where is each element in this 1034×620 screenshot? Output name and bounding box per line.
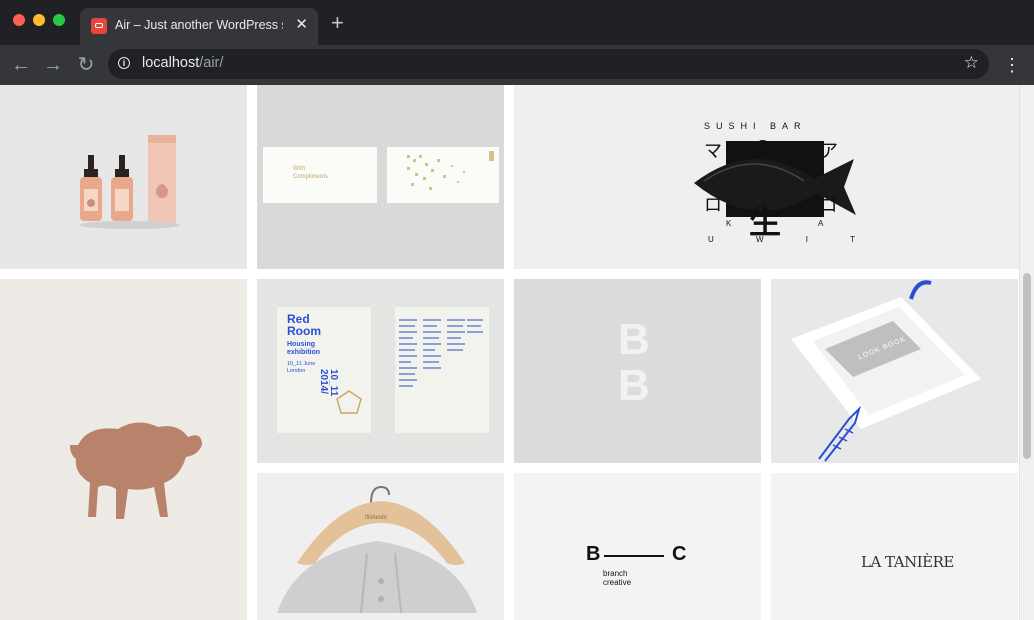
bb-letter-1: B bbox=[618, 315, 650, 364]
dropper-bottles-image bbox=[80, 135, 180, 229]
portfolio-tile-hanger-jacket[interactable]: ifishesbi bbox=[257, 473, 504, 620]
bb-letter-2: B bbox=[618, 361, 650, 410]
close-window-button[interactable] bbox=[13, 14, 25, 26]
portfolio-tile-sushi-bar[interactable]: SUSHI BAR マ C ア ロ ゴ 生 K A U W I T bbox=[514, 85, 1019, 269]
portfolio-tile-sheep-emboss[interactable] bbox=[0, 279, 247, 620]
branch-word-1: branch bbox=[603, 569, 628, 578]
reload-icon[interactable]: ↻ bbox=[74, 53, 98, 77]
browser-tab[interactable]: Air – Just another WordPress site ✕ bbox=[80, 8, 318, 45]
site-favicon-icon bbox=[91, 18, 107, 34]
sushi-glyph-right-bottom: ゴ bbox=[820, 195, 838, 215]
url-text[interactable]: localhost/air/ bbox=[142, 55, 223, 71]
poster-big-year: 2014/ bbox=[318, 369, 329, 395]
sushi-glyph-right-top: ア bbox=[820, 141, 838, 161]
hanger-text: ifishesbi bbox=[365, 515, 387, 521]
portfolio-tile-branch-creative[interactable]: B C branch creative bbox=[514, 473, 761, 620]
branch-letter-c: C bbox=[672, 543, 687, 565]
portfolio-tile-look-book[interactable]: LOOK BOOK bbox=[771, 279, 1018, 463]
poster-title-line-2: Room bbox=[287, 324, 321, 338]
branch-word-2: creative bbox=[603, 578, 632, 587]
hanger-jacket-image bbox=[277, 485, 477, 614]
branch-wordmark: branch creative bbox=[603, 569, 631, 587]
poster-subtitle: Housing exhibition bbox=[287, 341, 320, 357]
sushi-glyph-left-bottom: ロ bbox=[704, 195, 722, 215]
portfolio-tile-dropper-bottles[interactable] bbox=[0, 85, 247, 269]
minimize-window-button[interactable] bbox=[33, 14, 45, 26]
sheep-image bbox=[70, 422, 202, 519]
sushi-glyph-center: 生 bbox=[749, 204, 782, 240]
site-info-icon[interactable]: i bbox=[118, 57, 130, 69]
poster-big-date: 10_11 bbox=[328, 369, 339, 397]
compliments-card-text: With Compliments bbox=[293, 165, 328, 181]
poster-date: 10_11 June London bbox=[287, 361, 315, 375]
sushi-letters-bottom: U W I T bbox=[708, 235, 875, 244]
card-text-line-1: With bbox=[293, 166, 305, 172]
branch-divider-line bbox=[604, 555, 664, 557]
tab-title: Air – Just another WordPress site bbox=[115, 18, 283, 32]
address-bar[interactable]: i localhost/air/ ☆ bbox=[108, 49, 989, 79]
browser-title-bar: Air – Just another WordPress site ✕ + bbox=[0, 0, 1034, 45]
scrollbar-thumb[interactable] bbox=[1023, 273, 1031, 459]
sushi-glyph-logo: C bbox=[756, 137, 769, 157]
back-icon[interactable]: ← bbox=[9, 53, 33, 77]
portfolio-tile-bb-logo[interactable]: B B bbox=[514, 279, 761, 463]
bookmark-star-icon[interactable]: ☆ bbox=[964, 53, 979, 73]
browser-menu-icon[interactable]: ⋮ bbox=[1002, 53, 1022, 77]
sushi-letter-k: K bbox=[726, 219, 732, 228]
look-book-image bbox=[791, 280, 981, 462]
poster-subtitle-line-1: Housing bbox=[287, 341, 315, 348]
poster-title: Red Room bbox=[287, 313, 321, 337]
sushi-letter-a: A bbox=[818, 219, 824, 228]
poster-date-line-1: 10_11 June bbox=[287, 361, 316, 367]
maximize-window-button[interactable] bbox=[53, 14, 65, 26]
portfolio-tile-compliments-cards[interactable]: With Compliments bbox=[257, 85, 504, 269]
forward-icon[interactable]: → bbox=[41, 53, 65, 77]
portfolio-tile-la-taniere[interactable]: LA TANIÈRE bbox=[771, 473, 1018, 620]
card-text-line-2: Compliments bbox=[293, 174, 329, 180]
branch-letter-b: B bbox=[586, 543, 601, 565]
portfolio-tile-red-room-poster[interactable]: Red Room Housing exhibition 10_11 June L… bbox=[257, 279, 504, 463]
poster-subtitle-line-2: exhibition bbox=[287, 349, 321, 356]
page-viewport: With Compliments SUSHI BAR マ C ア ロ ゴ 生 K… bbox=[0, 85, 1019, 620]
new-tab-button[interactable]: + bbox=[331, 12, 344, 34]
url-host: localhost bbox=[142, 55, 200, 71]
la-taniere-logo: LA TANIÈRE bbox=[861, 553, 954, 571]
poster-date-line-2: London bbox=[287, 368, 306, 374]
url-path: /air/ bbox=[199, 55, 224, 71]
bb-logo-letters: B B bbox=[618, 317, 650, 409]
page-scrollbar[interactable] bbox=[1019, 85, 1034, 620]
sushi-glyph-left-top: マ bbox=[704, 141, 722, 161]
browser-toolbar: ← → ↻ i localhost/air/ ☆ ⋮ bbox=[0, 45, 1034, 85]
close-tab-icon[interactable]: ✕ bbox=[295, 16, 308, 34]
